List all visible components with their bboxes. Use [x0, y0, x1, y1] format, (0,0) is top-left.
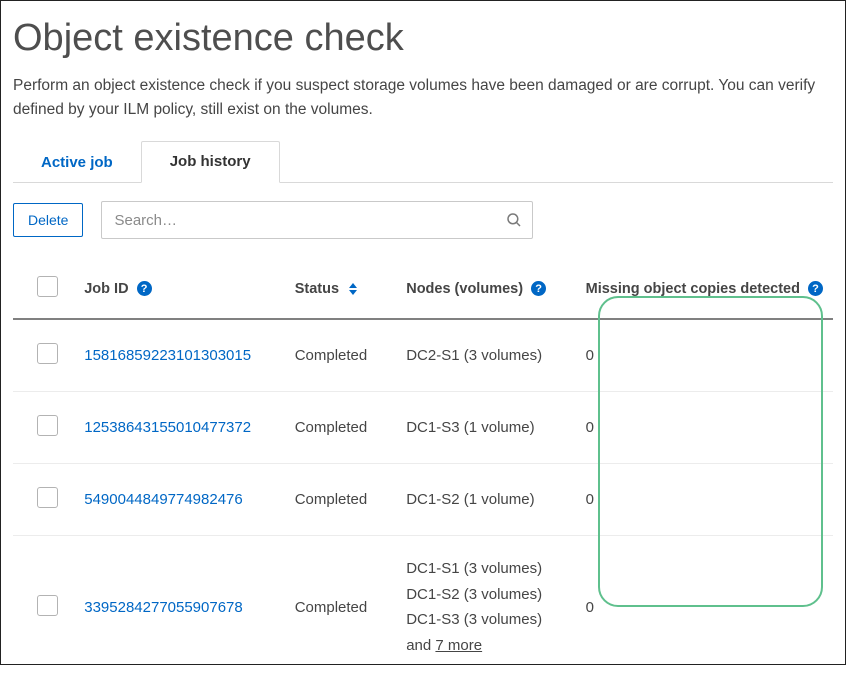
node-line: DC1-S2 (3 volumes)	[406, 582, 565, 608]
job-history-table: Job ID ? Status Nodes (volumes) ? Missin…	[13, 261, 833, 678]
search-input[interactable]	[101, 201, 533, 239]
status-cell: Completed	[285, 392, 397, 464]
table-row: 12538643155010477372 Completed DC1-S3 (1…	[13, 392, 833, 464]
job-id-link[interactable]: 12538643155010477372	[84, 419, 251, 436]
tab-active-job[interactable]: Active job	[13, 143, 141, 183]
tab-job-history[interactable]: Job history	[141, 141, 280, 183]
row-checkbox[interactable]	[37, 415, 58, 436]
job-id-link[interactable]: 5490044849774982476	[84, 491, 243, 508]
missing-cell: 0	[576, 392, 833, 464]
nodes-cell: DC1-S1 (3 volumes) DC1-S2 (3 volumes) DC…	[396, 536, 575, 678]
help-icon[interactable]: ?	[531, 281, 546, 296]
nodes-cell: DC1-S2 (1 volume)	[396, 464, 575, 536]
missing-cell: 0	[576, 464, 833, 536]
row-checkbox[interactable]	[37, 595, 58, 616]
column-header-status[interactable]: Status	[295, 281, 339, 297]
tab-bar: Active job Job history	[13, 140, 833, 183]
status-cell: Completed	[285, 536, 397, 678]
column-header-missing[interactable]: Missing object copies detected	[586, 281, 800, 297]
nodes-more: and 7 more	[406, 633, 565, 659]
select-all-checkbox[interactable]	[37, 276, 58, 297]
row-checkbox[interactable]	[37, 487, 58, 508]
table-row: 15816859223101303015 Completed DC2-S1 (3…	[13, 319, 833, 392]
sort-icon[interactable]	[349, 283, 357, 295]
search-field-wrap	[101, 201, 533, 239]
page-description: Perform an object existence check if you…	[13, 74, 833, 122]
help-icon[interactable]: ?	[808, 281, 823, 296]
missing-cell: 0	[576, 319, 833, 392]
job-id-link[interactable]: 3395284277055907678	[84, 599, 243, 616]
table-row: 5490044849774982476 Completed DC1-S2 (1 …	[13, 464, 833, 536]
column-header-job-id[interactable]: Job ID	[84, 281, 128, 297]
nodes-cell: DC2-S1 (3 volumes)	[396, 319, 575, 392]
job-id-link[interactable]: 15816859223101303015	[84, 347, 251, 364]
status-cell: Completed	[285, 464, 397, 536]
node-line: DC1-S1 (3 volumes)	[406, 556, 565, 582]
row-checkbox[interactable]	[37, 343, 58, 364]
node-line: DC1-S3 (3 volumes)	[406, 607, 565, 633]
delete-button[interactable]: Delete	[13, 203, 83, 237]
help-icon[interactable]: ?	[137, 281, 152, 296]
missing-cell: 0	[576, 536, 833, 678]
nodes-cell: DC1-S3 (1 volume)	[396, 392, 575, 464]
toolbar: Delete	[13, 201, 833, 239]
table-row: 3395284277055907678 Completed DC1-S1 (3 …	[13, 536, 833, 678]
nodes-more-link[interactable]: 7 more	[435, 637, 482, 654]
page-title: Object existence check	[13, 17, 833, 60]
status-cell: Completed	[285, 319, 397, 392]
column-header-nodes[interactable]: Nodes (volumes)	[406, 281, 523, 297]
